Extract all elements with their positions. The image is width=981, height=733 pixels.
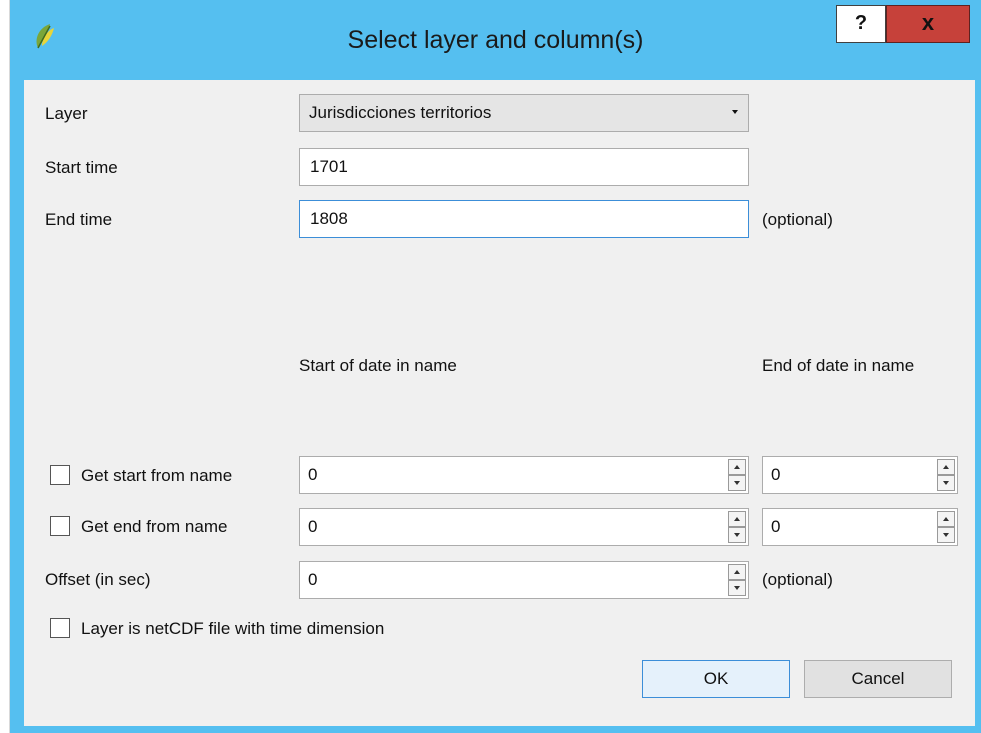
layer-select[interactable]: Jurisdicciones territorios [299, 94, 749, 132]
offset-value: 0 [308, 570, 318, 589]
spin-down-icon[interactable] [728, 527, 746, 543]
netcdf-checkbox[interactable] [50, 618, 70, 638]
help-button[interactable]: ? [836, 5, 886, 43]
start-time-value: 1701 [310, 157, 348, 176]
start-of-date-header: Start of date in name [299, 356, 457, 375]
end-time-optional-hint: (optional) [762, 210, 833, 229]
offset-label: Offset (in sec) [45, 570, 151, 589]
spin-up-icon[interactable] [937, 511, 955, 527]
dialog-window: Select layer and column(s) ? x Layer Jur… [10, 0, 981, 733]
cancel-button[interactable]: Cancel [804, 660, 952, 698]
spin-up-icon[interactable] [728, 564, 746, 580]
spin-up-icon[interactable] [728, 511, 746, 527]
ok-button[interactable]: OK [642, 660, 790, 698]
get-end-checkbox[interactable] [50, 516, 70, 536]
end-to-value: 0 [771, 517, 781, 536]
layer-select-value: Jurisdicciones territorios [309, 103, 492, 122]
netcdf-label: Layer is netCDF file with time dimension [81, 619, 385, 638]
background-window-edge [0, 0, 10, 733]
title-bar[interactable]: Select layer and column(s) ? x [10, 0, 981, 70]
layer-label: Layer [45, 104, 88, 123]
end-time-input[interactable]: 1808 [299, 200, 749, 238]
spin-down-icon[interactable] [728, 475, 746, 491]
spin-down-icon[interactable] [937, 475, 955, 491]
end-time-label: End time [45, 210, 113, 229]
spin-up-icon[interactable] [937, 459, 955, 475]
get-start-checkbox[interactable] [50, 465, 70, 485]
get-start-label: Get start from name [81, 466, 233, 485]
start-time-input[interactable]: 1701 [299, 148, 749, 186]
chevron-down-icon [732, 110, 738, 114]
close-button[interactable]: x [886, 5, 970, 43]
start-to-spinbox[interactable]: 0 [762, 456, 958, 494]
end-from-value: 0 [308, 517, 318, 536]
spin-up-icon[interactable] [728, 459, 746, 475]
dialog-body: Layer Jurisdicciones territorios Start t… [24, 80, 975, 726]
start-from-spinbox[interactable]: 0 [299, 456, 749, 494]
offset-optional-hint: (optional) [762, 570, 833, 589]
end-time-value: 1808 [310, 209, 348, 228]
offset-spinbox[interactable]: 0 [299, 561, 749, 599]
get-end-label: Get end from name [81, 517, 228, 536]
start-to-value: 0 [771, 465, 781, 484]
spin-down-icon[interactable] [728, 580, 746, 596]
spin-down-icon[interactable] [937, 527, 955, 543]
start-from-value: 0 [308, 465, 318, 484]
end-of-date-header: End of date in name [762, 356, 915, 375]
end-from-spinbox[interactable]: 0 [299, 508, 749, 546]
end-to-spinbox[interactable]: 0 [762, 508, 958, 546]
start-time-label: Start time [45, 158, 118, 177]
